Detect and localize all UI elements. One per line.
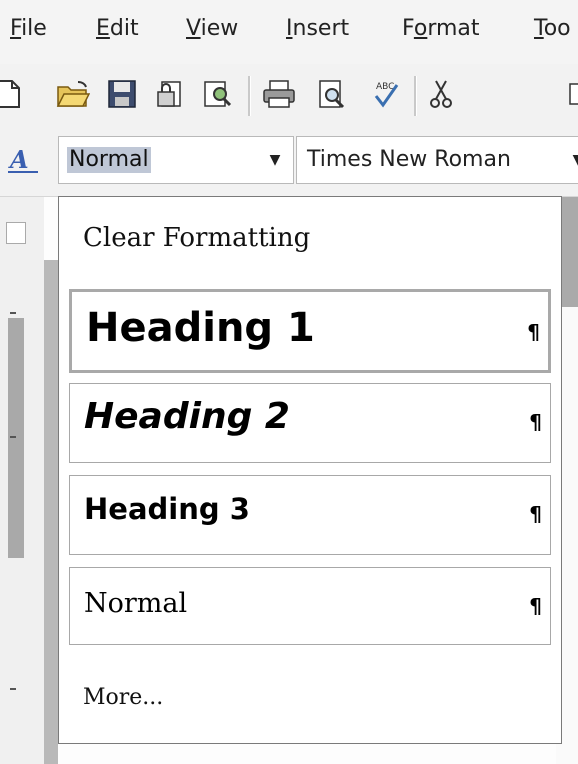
paragraph-mark-icon: ¶ — [529, 594, 542, 618]
font-value[interactable]: Times New Roman — [307, 147, 511, 172]
chevron-down-icon[interactable]: ▼ — [257, 137, 293, 183]
print-icon[interactable] — [262, 78, 295, 110]
cut-icon[interactable] — [426, 78, 458, 110]
open-folder-icon[interactable] — [56, 78, 91, 110]
permission-icon[interactable] — [154, 78, 186, 110]
clear-formatting-item[interactable]: Clear Formatting — [83, 223, 310, 253]
style-value[interactable]: Normal — [67, 147, 151, 173]
page-shadow — [44, 260, 58, 764]
heading-1-label: Heading 1 — [86, 305, 315, 351]
heading-2-label: Heading 2 — [84, 396, 290, 437]
menu-bar: File Edit View Insert Format Too — [0, 0, 578, 64]
toolbar-separator — [414, 76, 417, 116]
menu-file[interactable]: File — [10, 16, 47, 41]
chevron-down-icon[interactable]: ▼ — [565, 137, 578, 183]
standard-toolbar: ABC — [0, 64, 578, 126]
svg-text:A: A — [8, 145, 29, 174]
tab-selector[interactable] — [6, 222, 26, 244]
normal-item[interactable]: Normal ¶ — [69, 567, 551, 645]
heading-3-label: Heading 3 — [84, 492, 250, 526]
ruler-tick — [10, 436, 16, 438]
styles-and-formatting-icon[interactable]: A — [6, 142, 40, 176]
copy-icon[interactable] — [568, 78, 578, 110]
ruler-tick — [10, 688, 16, 690]
menu-insert[interactable]: Insert — [286, 16, 349, 41]
research-icon[interactable] — [202, 78, 234, 110]
formatting-toolbar: A Normal ▼ Times New Roman ▼ — [0, 126, 578, 197]
print-preview-icon[interactable] — [316, 78, 348, 110]
spelling-icon[interactable]: ABC — [370, 78, 402, 110]
style-dropdown: Clear Formatting Heading 1 ¶ Heading 2 ¶… — [58, 196, 562, 744]
normal-label: Normal — [84, 588, 188, 619]
paragraph-mark-icon: ¶ — [527, 320, 540, 344]
new-document-icon[interactable] — [0, 78, 24, 110]
paragraph-mark-icon: ¶ — [529, 502, 542, 526]
paragraph-mark-icon: ¶ — [529, 410, 542, 434]
menu-format[interactable]: Format — [402, 16, 480, 41]
menu-edit[interactable]: Edit — [96, 16, 139, 41]
heading-1-item[interactable]: Heading 1 ¶ — [69, 289, 551, 373]
font-combobox[interactable]: Times New Roman ▼ — [296, 136, 578, 184]
ruler-tick — [10, 312, 16, 314]
save-icon[interactable] — [106, 78, 138, 110]
menu-view[interactable]: View — [186, 16, 238, 41]
style-combobox[interactable]: Normal ▼ — [58, 136, 294, 184]
heading-2-item[interactable]: Heading 2 ¶ — [69, 383, 551, 463]
heading-3-item[interactable]: Heading 3 ¶ — [69, 475, 551, 555]
ruler-margin — [8, 318, 24, 558]
toolbar-separator — [248, 76, 251, 116]
more-styles-item[interactable]: More... — [83, 685, 163, 710]
menu-tools[interactable]: Too — [534, 16, 571, 41]
